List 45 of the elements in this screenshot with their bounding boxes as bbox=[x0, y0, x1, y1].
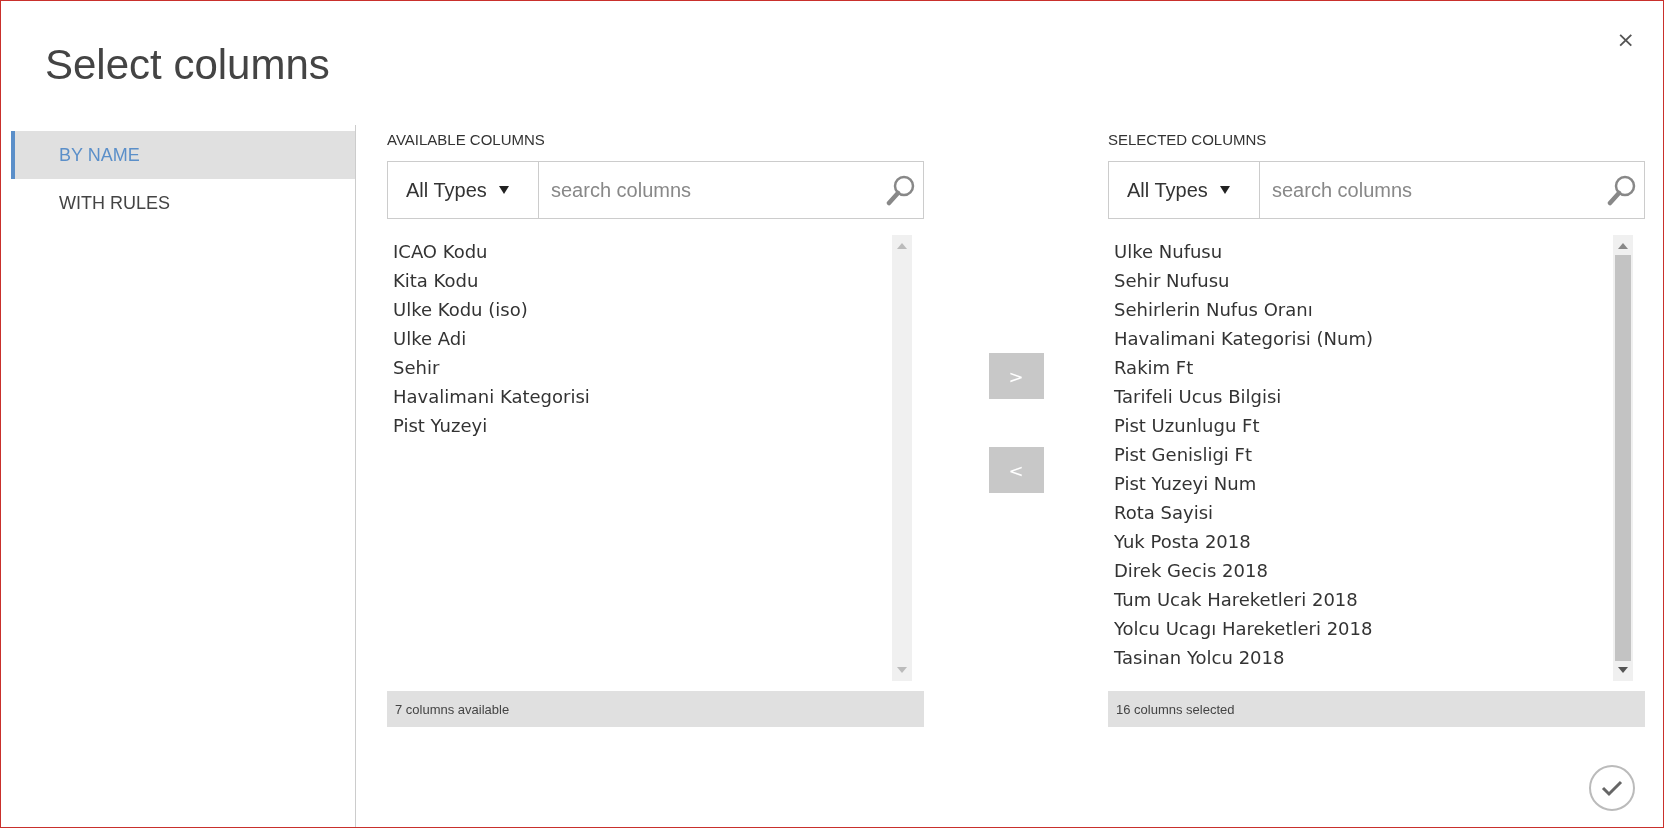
column-item[interactable]: Tasinan Yolcu 2018 bbox=[1114, 643, 1285, 672]
scroll-down-icon[interactable] bbox=[1618, 667, 1628, 673]
column-item[interactable]: Yuk Posta 2018 bbox=[1114, 527, 1251, 556]
scroll-up-icon[interactable] bbox=[1618, 243, 1628, 249]
column-item[interactable]: Havalimani Kategorisi bbox=[393, 382, 590, 411]
type-dropdown[interactable]: All Types bbox=[387, 161, 539, 219]
column-item[interactable]: Sehir Nufusu bbox=[1114, 266, 1230, 295]
column-item[interactable]: Ulke Kodu (iso) bbox=[393, 295, 528, 324]
panel-heading: SELECTED COLUMNS bbox=[1108, 131, 1267, 150]
column-item[interactable]: Pist Genisligi Ft bbox=[1114, 440, 1252, 469]
column-item[interactable]: Sehir bbox=[393, 353, 440, 382]
scroll-up-icon[interactable] bbox=[897, 243, 907, 249]
confirm-button[interactable] bbox=[1589, 765, 1635, 811]
column-item[interactable]: ICAO Kodu bbox=[393, 237, 488, 266]
column-item[interactable]: Pist Uzunlugu Ft bbox=[1114, 411, 1260, 440]
caret-icon bbox=[498, 186, 509, 194]
column-item[interactable]: Tum Ucak Hareketleri 2018 bbox=[1114, 585, 1358, 614]
column-item[interactable]: Yolcu Ucagı Hareketleri 2018 bbox=[1114, 614, 1373, 643]
type-dropdown[interactable]: All Types bbox=[1108, 161, 1260, 219]
column-count: 7 columns available bbox=[395, 701, 510, 717]
column-item[interactable]: Havalimani Kategorisi (Num) bbox=[1114, 324, 1373, 353]
column-item[interactable]: Direk Gecis 2018 bbox=[1114, 556, 1268, 585]
scrollbar[interactable] bbox=[1613, 235, 1633, 681]
dialog-title: Select columns bbox=[45, 41, 330, 89]
column-item[interactable]: Rota Sayisi bbox=[1114, 498, 1213, 527]
mode-tab[interactable]: WITH RULES bbox=[11, 179, 355, 227]
panel-heading: AVAILABLE COLUMNS bbox=[387, 131, 545, 150]
column-item[interactable]: Pist Yuzeyi Num bbox=[1114, 469, 1257, 498]
scroll-thumb[interactable] bbox=[1615, 255, 1631, 661]
column-count: 16 columns selected bbox=[1116, 701, 1235, 717]
column-item[interactable]: Rakim Ft bbox=[1114, 353, 1194, 382]
scrollbar[interactable] bbox=[892, 235, 912, 681]
checkmark-icon bbox=[1601, 779, 1623, 797]
column-item[interactable]: Ulke Nufusu bbox=[1114, 237, 1223, 266]
column-item[interactable]: Sehirlerin Nufus Oranı bbox=[1114, 295, 1313, 324]
column-item[interactable]: Pist Yuzeyi bbox=[393, 411, 488, 440]
caret-icon bbox=[1219, 186, 1230, 194]
search-field[interactable]: search columns bbox=[1260, 161, 1645, 219]
search-field[interactable]: search columns bbox=[539, 161, 924, 219]
column-item[interactable]: Kita Kodu bbox=[393, 266, 479, 295]
search-icon[interactable] bbox=[886, 174, 916, 206]
column-item[interactable]: Ulke Adi bbox=[393, 324, 467, 353]
search-icon[interactable] bbox=[1607, 174, 1637, 206]
close-button[interactable]: × bbox=[1612, 27, 1639, 52]
column-item[interactable]: Tarifeli Ucus Bilgisi bbox=[1114, 382, 1282, 411]
